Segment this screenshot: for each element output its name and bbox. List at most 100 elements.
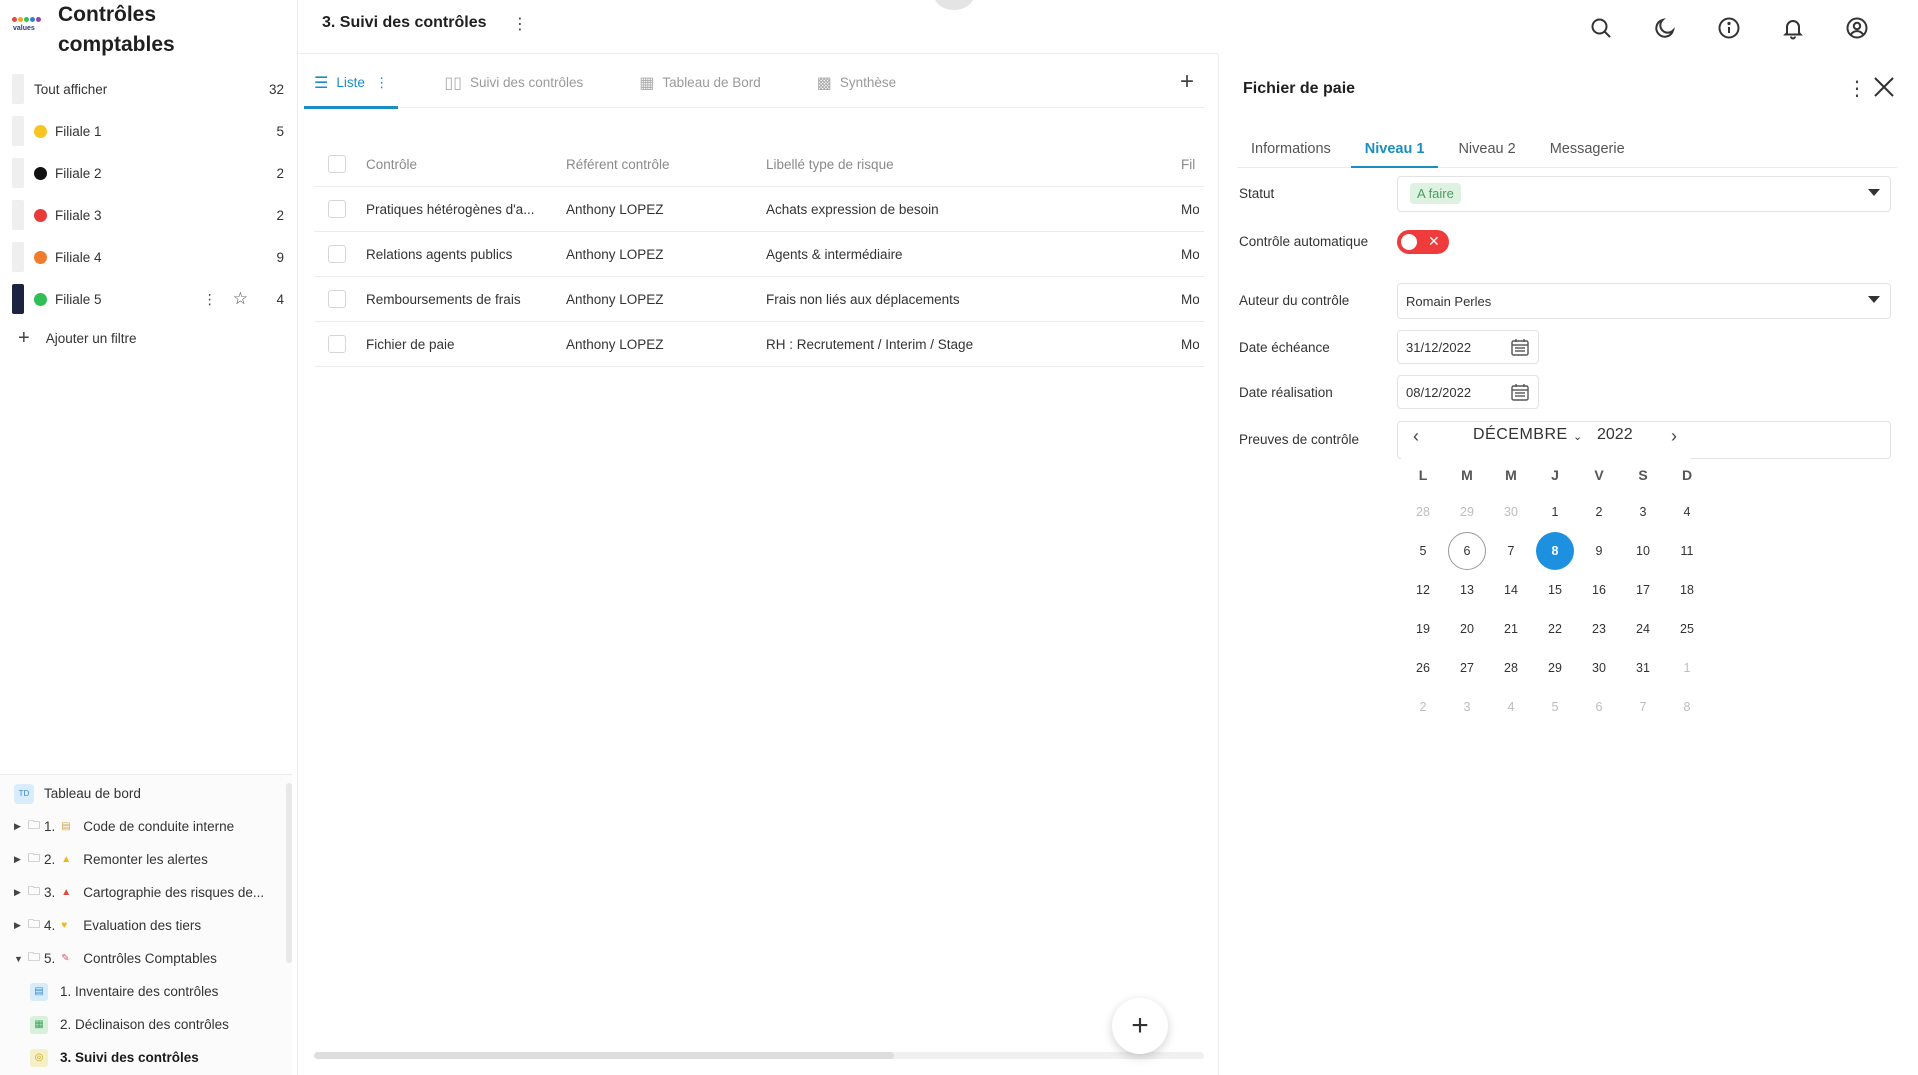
tree-scrollbar[interactable]	[286, 783, 292, 963]
add-record-fab-button[interactable]: +	[1112, 998, 1168, 1054]
calendar-day[interactable]: 7	[1489, 531, 1533, 570]
echeance-date-input[interactable]: 31/12/2022	[1397, 330, 1539, 364]
table-row[interactable]: Relations agents publics Anthony LOPEZ A…	[314, 232, 1204, 277]
calendar-day[interactable]: 15	[1533, 570, 1577, 609]
calendar-day[interactable]: 10	[1621, 531, 1665, 570]
filter-all[interactable]: Tout afficher 32	[12, 68, 284, 110]
filter-item[interactable]: Filiale 4 9	[12, 236, 284, 278]
collapse-handle[interactable]	[934, 0, 974, 10]
column-header[interactable]: Référent contrôle	[566, 157, 766, 172]
prev-month-chevron-icon[interactable]: ‹	[1413, 426, 1419, 447]
expand-caret-icon[interactable]: ▶	[14, 854, 28, 865]
kebab-icon[interactable]: ⋮	[203, 291, 217, 308]
calendar-day[interactable]: 1	[1665, 648, 1709, 687]
tab-liste[interactable]: ☰ Liste ⋮	[303, 59, 399, 109]
calendar-day[interactable]: 19	[1401, 609, 1445, 648]
tab-kebab-icon[interactable]: ⋮	[375, 75, 389, 91]
calendar-day[interactable]: 13	[1445, 570, 1489, 609]
auto-control-toggle[interactable]: ✕	[1397, 230, 1449, 254]
calendar-day[interactable]: 23	[1577, 609, 1621, 648]
tab-synthese[interactable]: ▩ Synthèse	[817, 59, 896, 107]
calendar-day[interactable]: 21	[1489, 609, 1533, 648]
panel-options-kebab-icon[interactable]: ⋮	[1847, 76, 1867, 101]
tab-informations[interactable]: Informations	[1237, 141, 1345, 167]
calendar-icon[interactable]	[1510, 337, 1530, 357]
tab-suivi[interactable]: ▯▯ Suivi des contrôles	[444, 59, 583, 107]
calendar-day[interactable]: 29	[1445, 492, 1489, 531]
tree-item[interactable]: ▶ 🗀 1. ▤ Code de conduite interne	[0, 810, 292, 843]
calendar-day[interactable]: 31	[1621, 648, 1665, 687]
calendar-day[interactable]: 12	[1401, 570, 1445, 609]
calendar-day[interactable]: 26	[1401, 648, 1445, 687]
row-checkbox[interactable]	[328, 200, 346, 218]
add-filter-button[interactable]: + Ajouter un filtre	[12, 320, 284, 356]
calendar-day[interactable]: 18	[1665, 570, 1709, 609]
table-row[interactable]: Fichier de paie Anthony LOPEZ RH : Recru…	[314, 322, 1204, 367]
horizontal-scrollbar[interactable]	[314, 1052, 1204, 1059]
calendar-day[interactable]: 9	[1577, 531, 1621, 570]
calendar-day[interactable]: 27	[1445, 648, 1489, 687]
realisation-date-input[interactable]: 08/12/2022	[1397, 375, 1539, 409]
tree-subitem[interactable]: ▤ 1. Inventaire des contrôles	[0, 975, 292, 1008]
calendar-day-selected[interactable]: 8	[1533, 531, 1577, 570]
calendar-day[interactable]: 17	[1621, 570, 1665, 609]
calendar-day[interactable]: 22	[1533, 609, 1577, 648]
calendar-day[interactable]: 20	[1445, 609, 1489, 648]
calendar-day[interactable]: 5	[1533, 687, 1577, 726]
star-icon[interactable]: ☆	[233, 289, 248, 309]
table-row[interactable]: Pratiques hétérogènes d'a... Anthony LOP…	[314, 187, 1204, 232]
calendar-icon[interactable]	[1510, 382, 1530, 402]
calendar-day[interactable]: 2	[1401, 687, 1445, 726]
expand-caret-icon[interactable]: ▶	[14, 821, 28, 832]
calendar-day[interactable]: 6	[1577, 687, 1621, 726]
auteur-select[interactable]: Romain Perles	[1397, 283, 1891, 319]
search-icon[interactable]	[1585, 12, 1617, 44]
calendar-day[interactable]: 29	[1533, 648, 1577, 687]
filter-item-active[interactable]: Filiale 5 ⋮ ☆ 4	[12, 278, 284, 320]
next-month-chevron-icon[interactable]: ›	[1671, 426, 1677, 447]
calendar-day[interactable]: 8	[1665, 687, 1709, 726]
row-checkbox[interactable]	[328, 335, 346, 353]
tree-item[interactable]: ▶ 🗀 2. ▲ Remonter les alertes	[0, 843, 292, 876]
tab-tableau-de-bord[interactable]: ▦ Tableau de Bord	[639, 59, 760, 107]
tree-item-expanded[interactable]: ▼ 🗀 5. ✎ Contrôles Comptables	[0, 942, 292, 975]
table-row[interactable]: Remboursements de frais Anthony LOPEZ Fr…	[314, 277, 1204, 322]
calendar-day[interactable]: 25	[1665, 609, 1709, 648]
calendar-day[interactable]: 24	[1621, 609, 1665, 648]
calendar-day[interactable]: 3	[1445, 687, 1489, 726]
calendar-day[interactable]: 5	[1401, 531, 1445, 570]
filter-item[interactable]: Filiale 1 5	[12, 110, 284, 152]
dark-mode-moon-icon[interactable]	[1649, 12, 1681, 44]
info-icon[interactable]	[1713, 12, 1745, 44]
row-checkbox[interactable]	[328, 290, 346, 308]
tree-subitem-selected[interactable]: ◎ 3. Suivi des contrôles	[0, 1041, 292, 1074]
column-header[interactable]: Contrôle	[366, 157, 566, 172]
scrollbar-thumb[interactable]	[314, 1052, 894, 1059]
year-select[interactable]: 2022	[1597, 426, 1633, 444]
calendar-day[interactable]: 28	[1489, 648, 1533, 687]
tab-niveau-1[interactable]: Niveau 1	[1350, 141, 1439, 168]
tree-item[interactable]: ▶ 🗀 3. ▲ Cartographie des risques de...	[0, 876, 292, 909]
tree-subitem[interactable]: ▦ 2. Déclinaison des contrôles	[0, 1008, 292, 1041]
calendar-day[interactable]: 30	[1577, 648, 1621, 687]
calendar-day[interactable]: 16	[1577, 570, 1621, 609]
calendar-day-today[interactable]: 6	[1445, 531, 1489, 570]
add-view-plus-icon[interactable]: +	[1180, 68, 1194, 96]
chevron-down-icon[interactable]: ⌄	[1573, 430, 1582, 443]
calendar-day[interactable]: 4	[1489, 687, 1533, 726]
statut-select[interactable]: A faire	[1397, 176, 1891, 212]
tree-item[interactable]: ▶ 🗀 4. ♥ Evaluation des tiers	[0, 909, 292, 942]
user-account-icon[interactable]	[1841, 12, 1873, 44]
month-select[interactable]: DÉCEMBRE	[1473, 426, 1568, 444]
tree-item-dashboard[interactable]: TD Tableau de bord	[0, 777, 292, 810]
notification-bell-icon[interactable]	[1777, 12, 1809, 44]
calendar-day[interactable]: 28	[1401, 492, 1445, 531]
tab-niveau-2[interactable]: Niveau 2	[1444, 141, 1529, 167]
filter-item[interactable]: Filiale 3 2	[12, 194, 284, 236]
calendar-day[interactable]: 3	[1621, 492, 1665, 531]
calendar-day[interactable]: 14	[1489, 570, 1533, 609]
page-options-kebab-icon[interactable]: ⋮	[512, 14, 528, 34]
column-header[interactable]: Fil	[1181, 157, 1199, 172]
tab-messagerie[interactable]: Messagerie	[1536, 141, 1639, 167]
collapse-caret-icon[interactable]: ▼	[14, 954, 28, 964]
